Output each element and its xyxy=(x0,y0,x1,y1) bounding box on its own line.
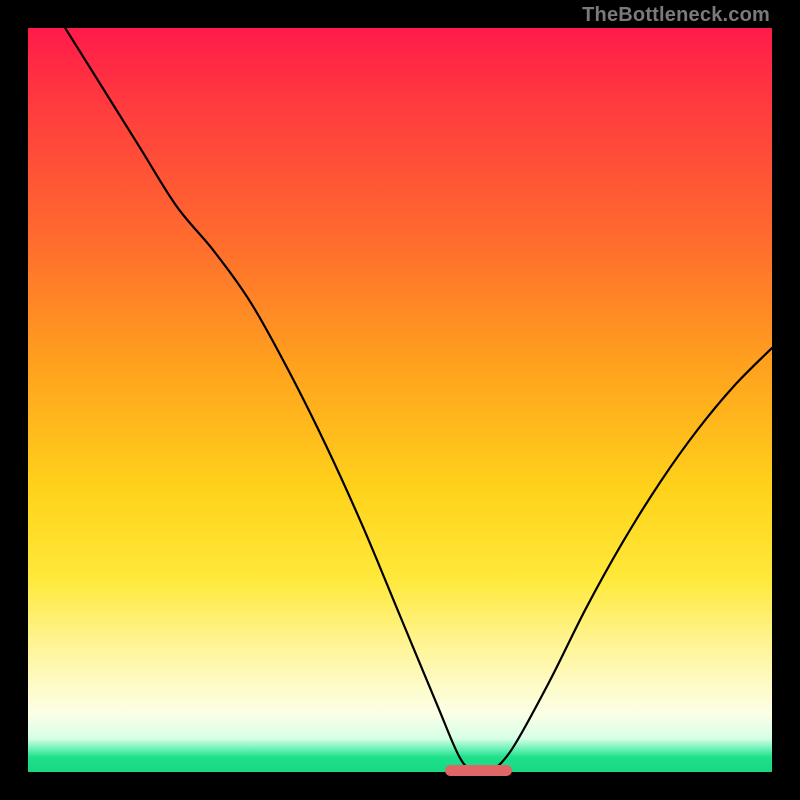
bottleneck-curve xyxy=(28,28,772,772)
watermark-text: TheBottleneck.com xyxy=(582,4,770,27)
minimum-marker xyxy=(445,765,512,776)
chart-plot-area xyxy=(28,28,772,772)
